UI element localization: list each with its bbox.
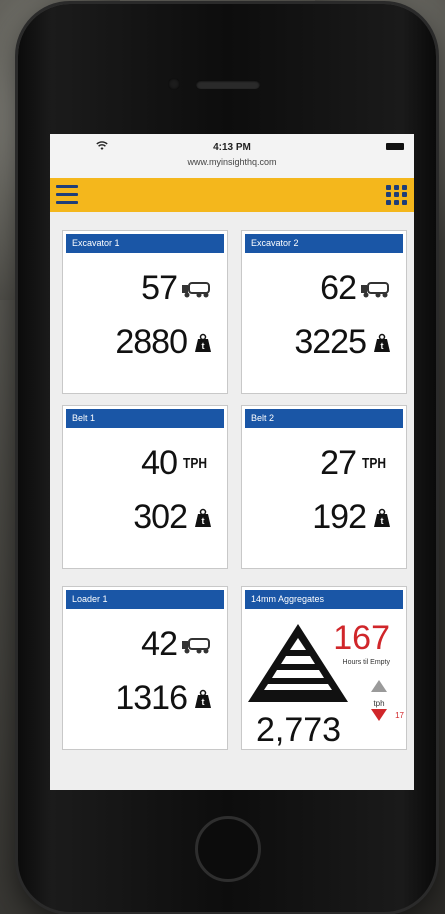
- tile-excavator-2[interactable]: Excavator 2 62 3225 t: [241, 230, 407, 394]
- tile-title: Excavator 2: [245, 234, 403, 253]
- tile-belt-1[interactable]: Belt 1 40 TPH 302 t: [62, 405, 228, 569]
- svg-text:t: t: [381, 341, 384, 351]
- app-header: [50, 178, 414, 212]
- tile-title: 14mm Aggregates: [245, 590, 403, 609]
- stockpile-total: 2,773: [256, 711, 342, 749]
- truck-count: 62: [320, 269, 357, 307]
- svg-text:t: t: [202, 697, 205, 707]
- tonnage-value: 1316: [115, 679, 188, 717]
- tile-title: Belt 2: [245, 409, 403, 428]
- tile-excavator-1[interactable]: Excavator 1 57 2880 t: [62, 230, 228, 394]
- hamburger-menu-icon[interactable]: [56, 185, 78, 205]
- home-button[interactable]: [195, 816, 261, 882]
- tile-title: Belt 1: [66, 409, 224, 428]
- svg-text:t: t: [202, 516, 205, 526]
- tile-14mm-aggregates[interactable]: 14mm Aggregates 167 Hours til Empty tph …: [241, 586, 407, 750]
- tph-unit: TPH: [183, 455, 207, 472]
- throughput-value: 40: [141, 444, 178, 482]
- status-bar: 4:13 PM www.myinsighthq.com: [50, 134, 414, 178]
- tile-belt-2[interactable]: Belt 2 27 TPH 192 t: [241, 405, 407, 569]
- tonnage-value: 2880: [115, 323, 188, 361]
- weight-icon: t: [195, 333, 211, 352]
- front-camera: [168, 78, 180, 90]
- tonnage-value: 302: [133, 498, 188, 536]
- truck-icon: [182, 281, 210, 297]
- apps-grid-icon[interactable]: [386, 185, 408, 205]
- tph-indicator: tph: [364, 679, 394, 726]
- tile-title: Excavator 1: [66, 234, 224, 253]
- weight-icon: t: [374, 333, 390, 352]
- truck-icon: [361, 281, 389, 297]
- tph-label: tph: [373, 699, 385, 708]
- weight-icon: t: [195, 508, 211, 527]
- earpiece-speaker: [196, 80, 260, 89]
- svg-text:t: t: [381, 516, 384, 526]
- truck-icon: [182, 637, 210, 653]
- hours-til-empty-value: 167: [333, 619, 390, 657]
- address-url[interactable]: www.myinsighthq.com: [50, 157, 414, 167]
- status-time: 4:13 PM: [213, 142, 251, 153]
- tonnage-value: 3225: [294, 323, 367, 361]
- truck-count: 42: [141, 625, 178, 663]
- throughput-value: 27: [320, 444, 357, 482]
- arrow-down-icon: [371, 709, 387, 721]
- tile-title: Loader 1: [66, 590, 224, 609]
- tph-down-value: 17: [395, 711, 404, 720]
- svg-text:t: t: [202, 341, 205, 351]
- truck-count: 57: [141, 269, 178, 307]
- arrow-up-icon: [371, 680, 387, 692]
- weight-icon: t: [195, 689, 211, 708]
- battery-icon: [386, 143, 404, 150]
- tile-loader-1[interactable]: Loader 1 42 1316 t: [62, 586, 228, 750]
- weight-icon: t: [374, 508, 390, 527]
- hours-til-empty-label: Hours til Empty: [342, 659, 390, 666]
- tph-unit: TPH: [362, 455, 386, 472]
- tonnage-value: 192: [312, 498, 367, 536]
